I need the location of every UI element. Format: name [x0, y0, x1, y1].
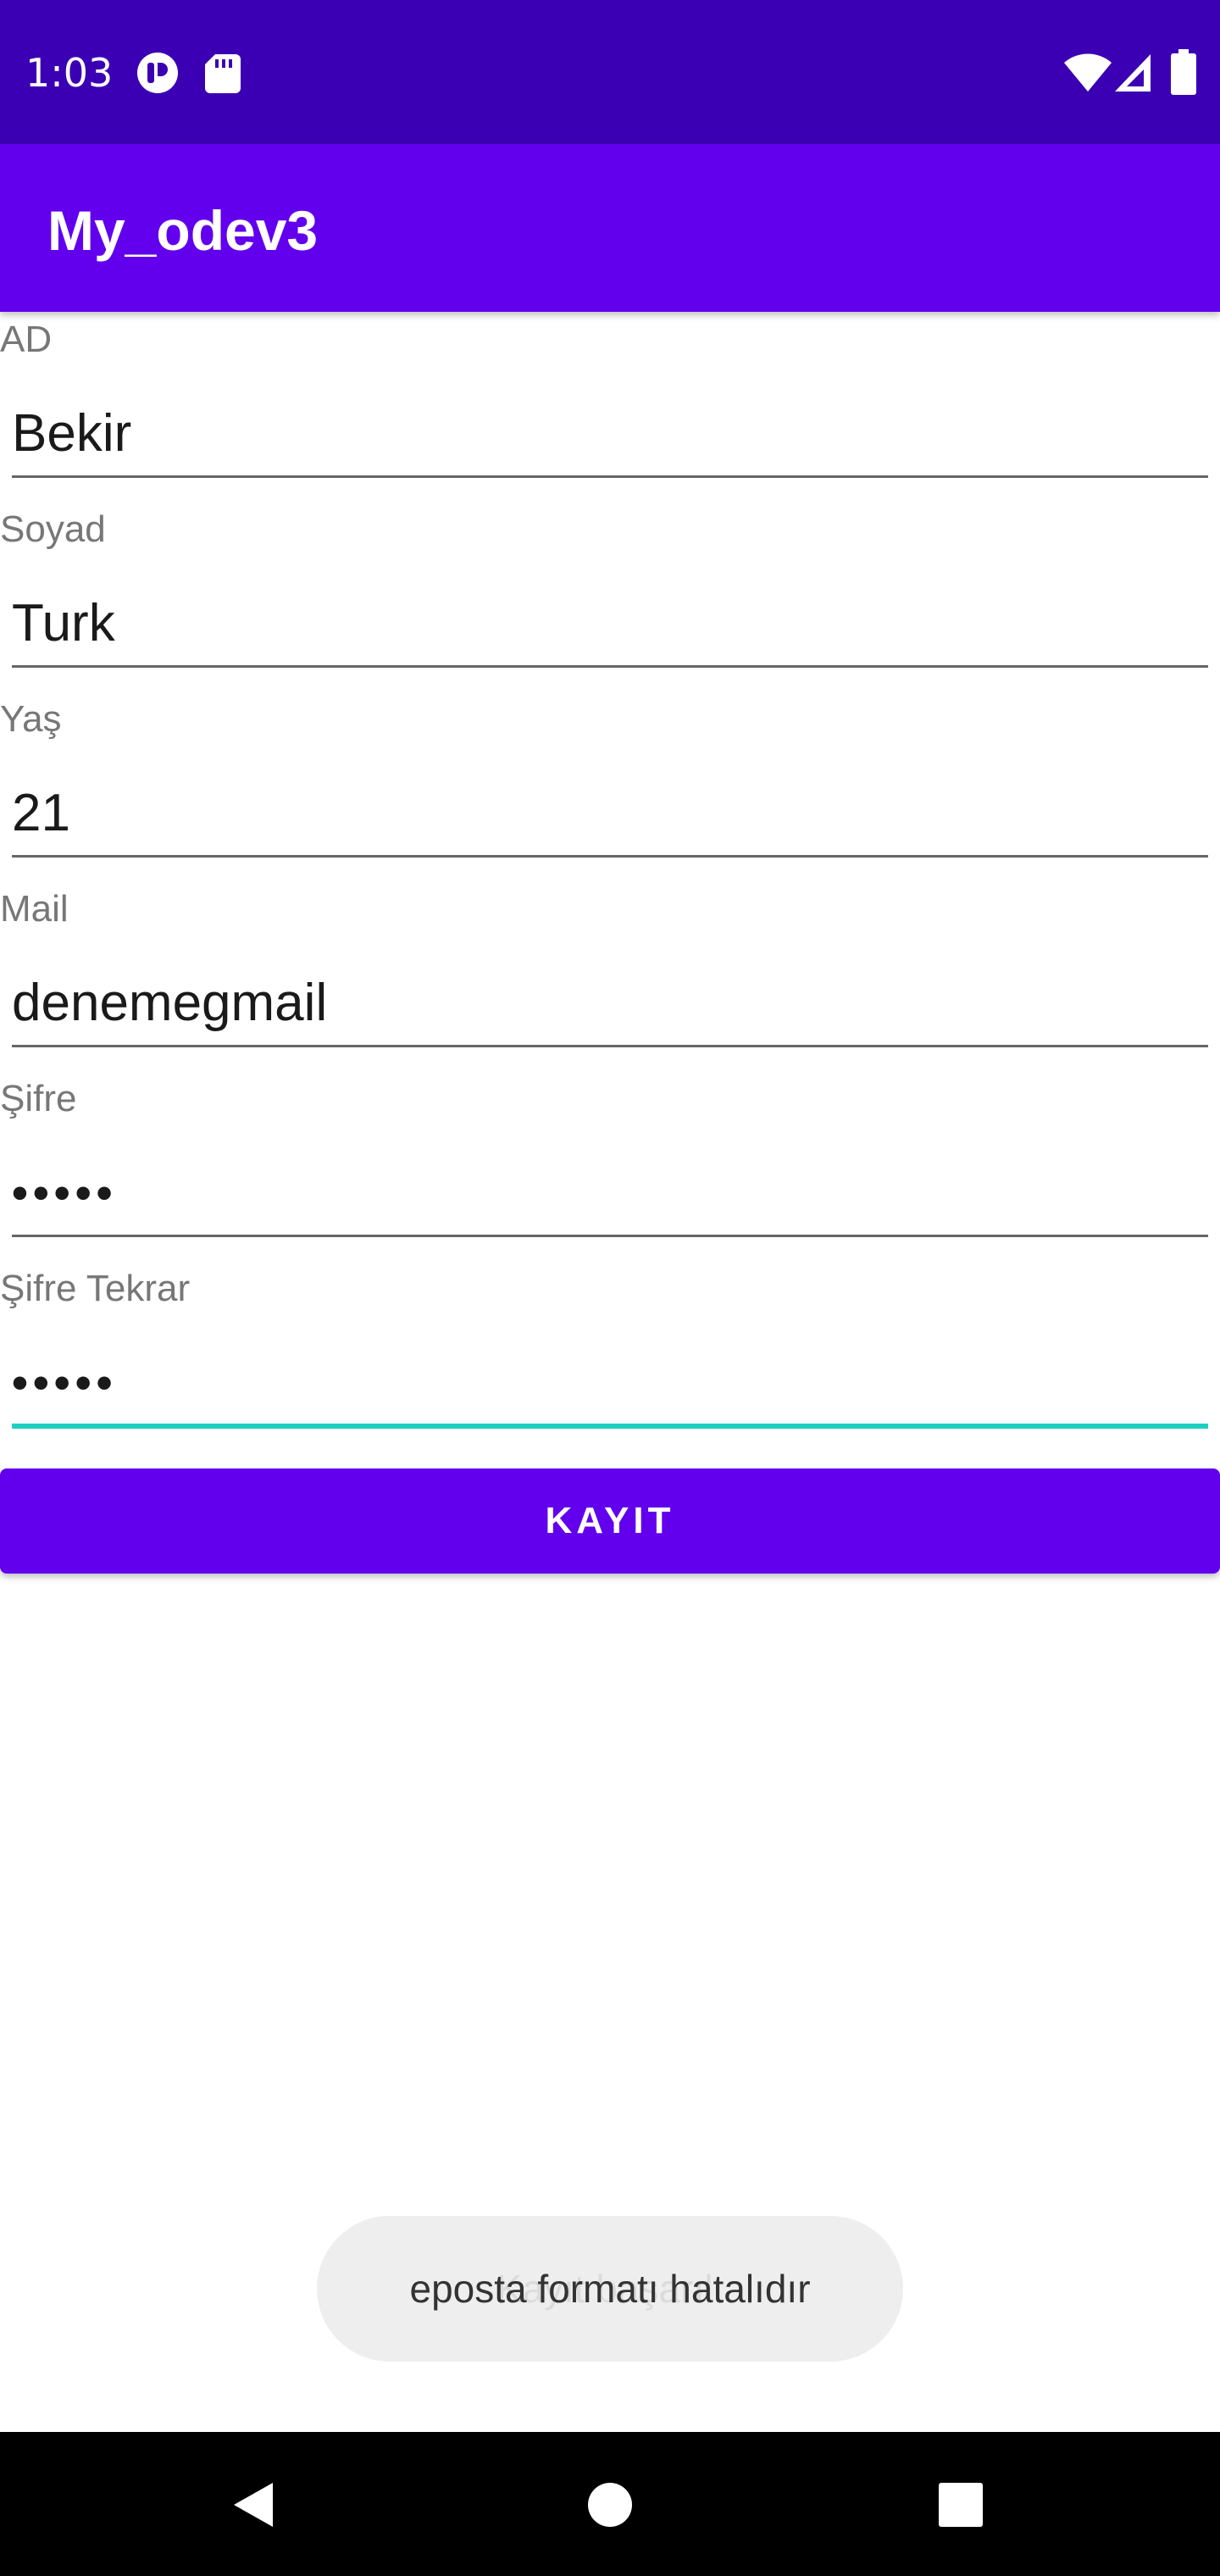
recents-icon[interactable] [939, 2483, 983, 2527]
cellular-signal-icon [1115, 54, 1151, 92]
back-icon[interactable] [229, 2479, 280, 2530]
soyad-underline [12, 665, 1208, 668]
yas-underline [12, 855, 1208, 858]
sifre-tekrar-underline [12, 1424, 1208, 1429]
ad-label: AD [0, 319, 53, 360]
status-time: 1:03 [25, 50, 114, 96]
mail-underline [12, 1045, 1208, 1047]
sifre-input[interactable]: ••••• [12, 1162, 118, 1224]
toast-message: eposta formatı hatalıdır [409, 2267, 811, 2311]
toast: Kayıt başarılı eposta formatı hatalıdır [317, 2216, 903, 2362]
battery-icon [1171, 49, 1196, 95]
sd-card-icon [205, 54, 241, 93]
soyad-input[interactable]: Turk [12, 592, 115, 655]
mail-input[interactable]: denemegmail [12, 972, 327, 1035]
home-icon[interactable] [586, 2481, 634, 2529]
ad-input[interactable]: Bekir [12, 402, 131, 465]
kayit-button[interactable]: KAYIT [0, 1468, 1220, 1574]
sifre-label: Şifre [0, 1078, 77, 1119]
sifre-underline [12, 1235, 1208, 1237]
soyad-label: Soyad [0, 508, 106, 550]
sifre-tekrar-label: Şifre Tekrar [0, 1268, 191, 1309]
mail-label: Mail [0, 888, 69, 930]
yas-input[interactable]: 21 [12, 782, 70, 845]
navigation-bar [0, 2432, 1220, 2576]
app-bar: My_odev3 [0, 144, 1220, 312]
status-bar: 1:03 [0, 0, 1220, 144]
ad-underline [12, 475, 1208, 478]
notification-app-icon [137, 53, 178, 93]
app-title: My_odev3 [47, 199, 319, 262]
wifi-icon [1064, 53, 1112, 92]
sifre-tekrar-input[interactable]: ••••• [12, 1352, 118, 1414]
yas-label: Yaş [0, 698, 62, 740]
